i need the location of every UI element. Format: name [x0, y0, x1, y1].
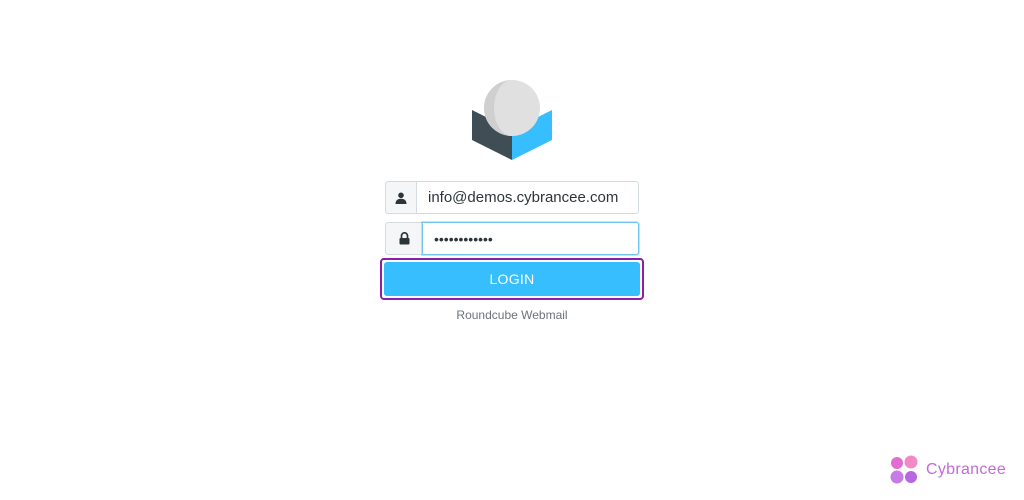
login-page: LOGIN Roundcube Webmail Cybrancee — [0, 0, 1024, 500]
cybrancee-watermark: Cybrancee — [889, 455, 1006, 485]
username-input[interactable] — [416, 181, 639, 214]
brand-name: Cybrancee — [926, 461, 1007, 478]
lock-icon — [385, 222, 422, 255]
login-button[interactable]: LOGIN — [384, 262, 640, 296]
product-name: Roundcube Webmail — [456, 308, 568, 322]
roundcube-logo-icon — [472, 80, 552, 160]
four-dots-icon — [890, 455, 918, 484]
password-input[interactable] — [422, 222, 639, 255]
user-icon — [385, 181, 416, 214]
username-row — [385, 181, 639, 214]
login-button-highlight: LOGIN — [380, 258, 644, 300]
password-row — [385, 222, 639, 255]
